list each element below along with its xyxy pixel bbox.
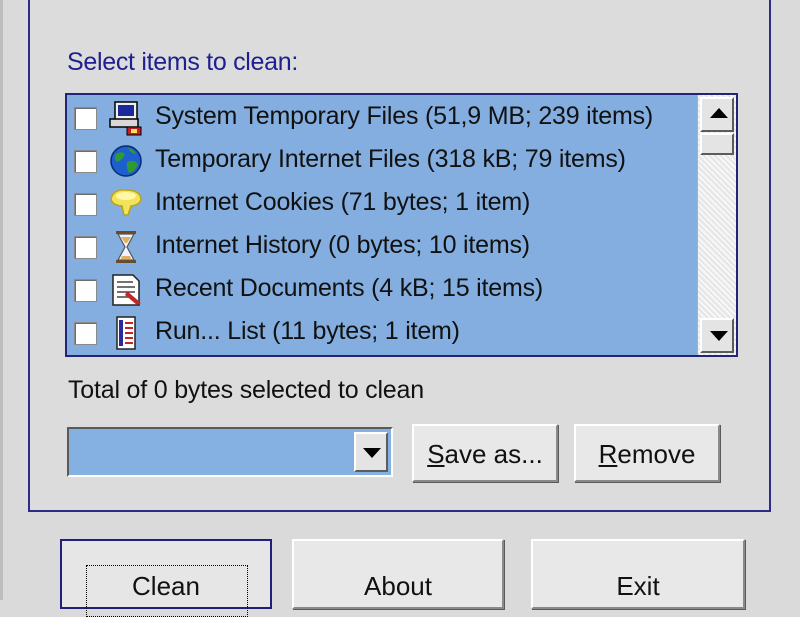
chevron-down-icon [363,448,381,458]
list-item[interactable]: Internet History (0 bytes; 10 items) [67,226,697,268]
scroll-thumb[interactable] [700,133,734,155]
list-item[interactable]: Internet Cookies (71 bytes; 1 item) [67,183,697,225]
window-edge [0,0,3,600]
list-item[interactable]: Recent Documents (4 kB; 15 items) [67,269,697,311]
item-checkbox[interactable] [74,107,97,130]
item-checkbox[interactable] [74,150,97,173]
list-item[interactable]: Run... List (11 bytes; 1 item) [67,312,697,354]
globe-icon [110,145,142,177]
remove-rest: emove [617,439,696,469]
profile-dropdown-button[interactable] [354,432,388,472]
item-label: System Temporary Files (51,9 MB; 239 ite… [155,102,654,130]
computer-icon [109,101,142,136]
hourglass-icon [116,231,136,263]
exit-label: Exit [616,571,660,601]
item-checkbox[interactable] [74,193,97,216]
item-label: Run... List (11 bytes; 1 item) [155,317,460,345]
about-button[interactable]: About [292,539,504,609]
item-label: Recent Documents (4 kB; 15 items) [155,274,543,302]
item-label: Internet Cookies (71 bytes; 1 item) [155,188,531,216]
selection-total: Total of 0 bytes selected to clean [68,376,424,404]
arrow-up-icon [710,108,728,118]
arrow-down-icon [710,331,728,341]
save-as-mnemonic: S [427,439,445,469]
exit-button[interactable]: Exit [531,539,745,609]
save-as-rest: ave as... [444,439,543,469]
remove-mnemonic: R [598,439,618,469]
item-checkbox[interactable] [74,279,97,302]
item-label: Internet History (0 bytes; 10 items) [155,231,530,259]
profile-combobox[interactable] [67,427,393,477]
list-item[interactable]: System Temporary Files (51,9 MB; 239 ite… [67,97,697,139]
remove-button[interactable]: Remove [574,424,720,482]
save-as-label: Save as... [427,426,543,482]
save-as-button[interactable]: Save as... [412,424,558,482]
cookie-icon [110,189,142,216]
documents-icon [112,274,141,306]
scroll-up-button[interactable] [700,97,734,132]
list-scrollbar[interactable] [697,95,736,355]
list-item[interactable]: Temporary Internet Files (318 kB; 79 ite… [67,140,697,182]
items-listbox[interactable]: System Temporary Files (51,9 MB; 239 ite… [65,93,738,357]
item-checkbox[interactable] [74,322,97,345]
clean-button[interactable]: Clean [60,539,272,617]
remove-label: Remove [599,426,696,482]
section-label: Select items to clean: [67,48,299,76]
item-checkbox[interactable] [74,236,97,259]
run-list-icon [116,316,136,350]
scroll-down-button[interactable] [700,318,734,353]
item-label: Temporary Internet Files (318 kB; 79 ite… [155,145,626,173]
about-label: About [364,571,432,601]
clean-label: Clean [132,571,200,601]
